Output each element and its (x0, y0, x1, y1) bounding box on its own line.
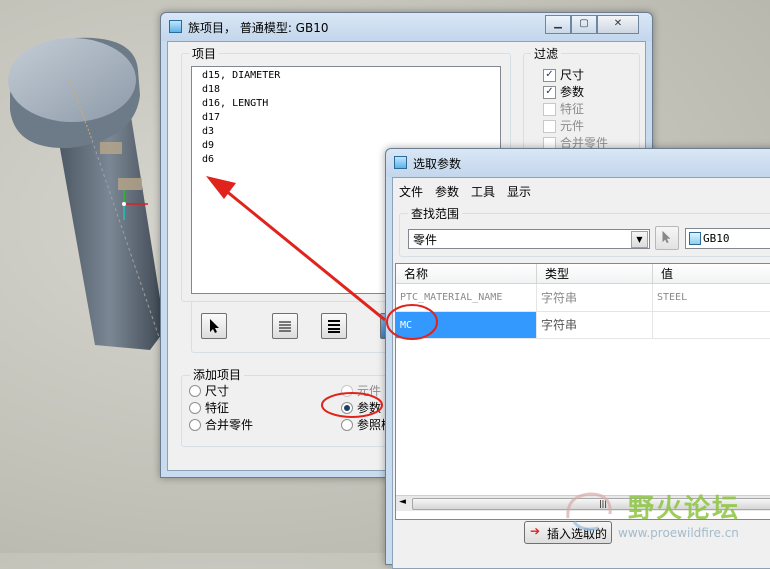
table-row-type[interactable]: 字符串 (537, 312, 653, 339)
list-item[interactable]: d16, LENGTH (192, 97, 500, 111)
close-button[interactable]: ✕ (597, 15, 639, 34)
watermark-url: www.proewildfire.cn (618, 526, 739, 540)
menu-file[interactable]: 文件 (399, 183, 423, 200)
menu-parameter[interactable]: 参数 (435, 183, 459, 200)
column-header-name[interactable]: 名称 (396, 264, 537, 284)
minimize-icon: ▁ (554, 18, 562, 29)
red-arrow-icon: ➔ (530, 524, 541, 538)
column-header-value[interactable]: 值 (653, 264, 770, 284)
menu-display[interactable]: 显示 (507, 183, 531, 200)
scope-dropdown[interactable]: 零件 ▼ (408, 229, 650, 249)
list-item[interactable]: d17 (192, 111, 500, 125)
family-window-title: 族项目， 普通模型: GB10 (188, 21, 329, 35)
select-pick-button[interactable] (201, 313, 227, 339)
maximize-button[interactable]: ▢ (571, 15, 597, 34)
list-view-button[interactable] (272, 313, 298, 339)
menu-tools[interactable]: 工具 (471, 183, 495, 200)
parameter-table: 名称 类型 值 PTC_MATERIAL_NAME 字符串 STEEL MC 字… (395, 263, 770, 520)
minimize-button[interactable]: ▁ (545, 15, 571, 34)
detail-list-icon (328, 320, 340, 333)
detail-view-button[interactable] (321, 313, 347, 339)
table-row-value[interactable]: STEEL (653, 284, 770, 312)
table-row-value[interactable] (653, 312, 770, 339)
menu-bar: 文件 参数 工具 显示 (393, 180, 770, 200)
list-icon (279, 321, 291, 332)
scroll-left-icon[interactable]: ◄ (399, 497, 406, 507)
table-row-name[interactable]: PTC_MATERIAL_NAME (396, 284, 537, 312)
family-window-titlebar[interactable]: 族项目， 普通模型: GB10 ▁ ▢ ✕ (161, 13, 652, 41)
filter-group-label: 过滤 (531, 45, 562, 62)
app-icon (394, 156, 407, 169)
select-param-titlebar[interactable]: 选取参数 (386, 149, 770, 177)
items-group-label: 项目 (189, 45, 220, 62)
close-icon: ✕ (613, 18, 623, 29)
list-item[interactable]: d15, DIAMETER (192, 69, 500, 83)
cursor-arrow-icon (662, 230, 671, 244)
dim-label-d16 (118, 178, 142, 190)
add-item-group-label: 添加项目 (190, 366, 245, 383)
model-field[interactable]: GB10 (685, 228, 770, 249)
bolt-model (8, 37, 165, 350)
scope-group-label: 查找范围 (408, 205, 463, 222)
watermark-text: 野火论坛 (628, 494, 741, 524)
select-param-title: 选取参数 (413, 157, 462, 171)
column-header-type[interactable]: 类型 (537, 264, 653, 284)
pick-model-button[interactable] (655, 226, 679, 250)
chevron-down-icon[interactable]: ▼ (631, 231, 648, 248)
table-row-name-selected[interactable]: MC (396, 312, 537, 339)
cursor-arrow-icon (210, 319, 219, 333)
app-icon (169, 20, 182, 33)
part-icon (689, 232, 701, 245)
table-row-type[interactable]: 字符串 (537, 284, 653, 312)
list-item[interactable]: d3 (192, 125, 500, 139)
dim-label-d15 (100, 142, 122, 154)
maximize-icon: ▢ (579, 18, 589, 29)
watermark: 野火论坛 www.proewildfire.cn (560, 484, 770, 550)
list-item[interactable]: d18 (192, 83, 500, 97)
watermark-logo-icon (566, 492, 612, 531)
